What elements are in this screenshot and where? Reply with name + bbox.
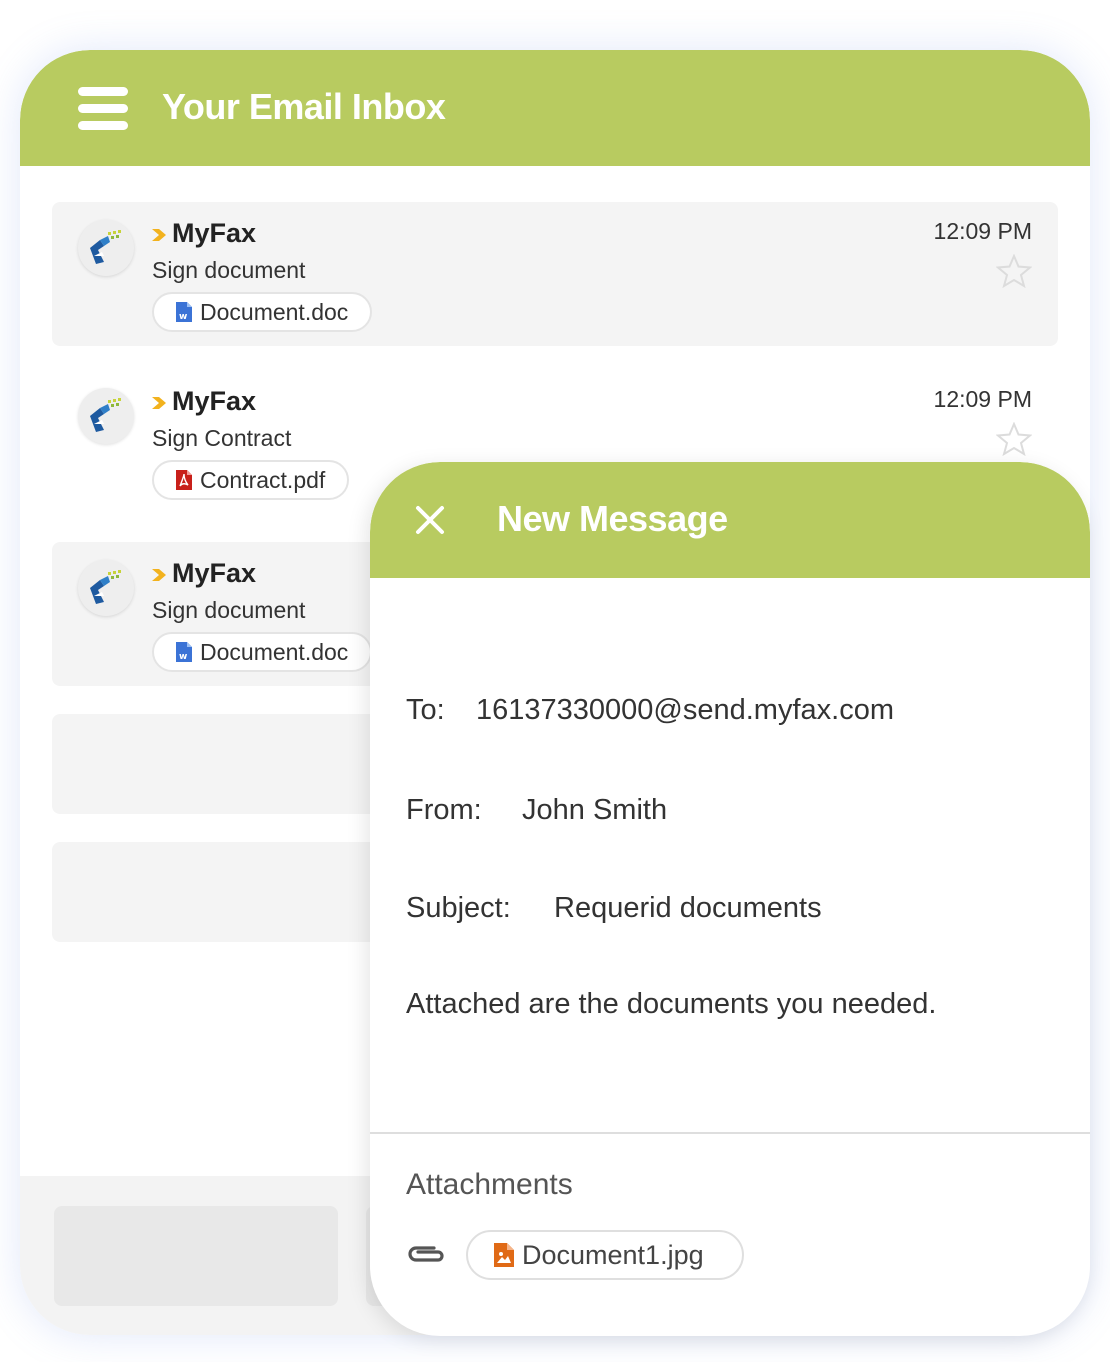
star-icon[interactable] (996, 422, 1032, 456)
myfax-logo-icon (90, 230, 121, 264)
important-arrow-icon (152, 397, 166, 409)
attachment-chip[interactable]: w Document.doc (152, 632, 373, 672)
mail-item[interactable]: MyFax Sign document w Document.doc 12:09… (52, 202, 1058, 346)
inbox-header: Your Email Inbox (20, 50, 1090, 166)
word-doc-icon: w (176, 302, 192, 322)
attachment-name: Contract.pdf (200, 466, 326, 493)
subject-value[interactable]: Requerid documents (554, 892, 822, 924)
mail-subject: Sign Contract (152, 425, 292, 451)
subject-label: Subject: (406, 892, 511, 924)
menu-icon[interactable] (78, 87, 128, 131)
attachments-title: Attachments (406, 1168, 573, 1201)
mail-time: 12:09 PM (933, 386, 1032, 412)
pdf-icon (176, 470, 192, 490)
close-icon[interactable] (410, 500, 450, 540)
paperclip-icon[interactable] (404, 1240, 448, 1270)
inbox-title: Your Email Inbox (162, 86, 446, 127)
mail-subject: Sign document (152, 597, 306, 623)
attachment-name: Document1.jpg (522, 1239, 704, 1270)
svg-text:w: w (179, 312, 187, 322)
attachment-name: Document.doc (200, 638, 349, 665)
myfax-logo-icon (90, 570, 121, 604)
to-value[interactable]: 16137330000@send.myfax.com (476, 694, 894, 726)
attachment-chip[interactable]: w Document.doc (152, 292, 373, 332)
message-body[interactable]: Attached are the documents you needed. (406, 988, 936, 1021)
subject-field[interactable]: Subject: Requerid documents (406, 892, 822, 925)
myfax-logo-avatar (78, 220, 134, 276)
attachment-chip[interactable]: Document1.jpg (466, 1230, 744, 1280)
myfax-logo-icon (90, 398, 121, 432)
star-icon[interactable] (996, 254, 1032, 288)
compose-header: New Message (370, 462, 1090, 578)
attachment-name: Document.doc (200, 298, 349, 325)
compose-window: New Message To: 16137330000@send.myfax.co… (370, 462, 1090, 1336)
attachment-chip[interactable]: Contract.pdf (152, 460, 350, 500)
image-file-icon (494, 1243, 514, 1267)
important-arrow-icon (152, 229, 166, 241)
from-label: From: (406, 794, 482, 826)
mail-sender: MyFax (172, 386, 257, 416)
mail-sender: MyFax (172, 218, 257, 248)
to-field[interactable]: To: 16137330000@send.myfax.com (406, 694, 894, 727)
compose-title: New Message (497, 498, 728, 539)
bottom-action-placeholder[interactable] (54, 1206, 338, 1306)
myfax-logo-avatar (78, 388, 134, 444)
svg-text:w: w (179, 652, 187, 662)
divider (370, 1132, 1090, 1134)
important-arrow-icon (152, 569, 166, 581)
myfax-logo-avatar (78, 560, 134, 616)
mail-subject: Sign document (152, 257, 306, 283)
word-doc-icon: w (176, 642, 192, 662)
mail-time: 12:09 PM (933, 218, 1032, 244)
to-label: To: (406, 694, 445, 726)
from-value[interactable]: John Smith (522, 794, 667, 826)
from-field[interactable]: From: John Smith (406, 794, 667, 827)
mail-sender: MyFax (172, 558, 257, 588)
